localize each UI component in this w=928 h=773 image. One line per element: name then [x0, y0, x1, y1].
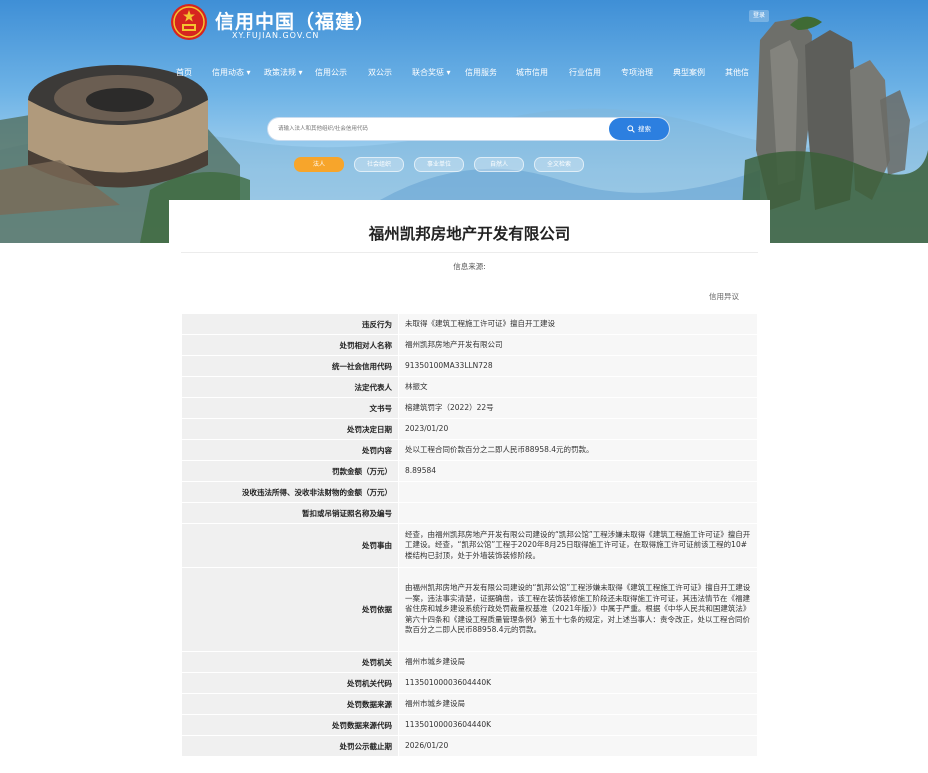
tab-social-organization[interactable]: 社会组织 — [354, 157, 404, 172]
field-value: 处以工程合同价款百分之二即人民币88958.4元的罚款。 — [398, 439, 758, 461]
field-label: 处罚数据来源 — [181, 693, 399, 715]
table-row: 没收违法所得、没收非法财物的金额（万元） — [181, 481, 758, 503]
login-link[interactable]: 登录 — [749, 10, 769, 22]
field-value: 经查，由福州凯邦房地产开发有限公司建设的“凯邦公馆”工程涉嫌未取得《建筑工程施工… — [398, 523, 758, 568]
field-label: 罚款金额（万元） — [181, 460, 399, 482]
table-row: 处罚相对人名称 福州凯邦房地产开发有限公司 — [181, 334, 758, 356]
field-value: 11350100003604440K — [398, 714, 758, 736]
table-row: 处罚依据 由福州凯邦房地产开发有限公司建设的“凯邦公馆”工程涉嫌未取得《建筑工程施… — [181, 567, 758, 652]
tab-legal-person[interactable]: 法人 — [294, 157, 344, 172]
nav-item-special-governance[interactable]: 专项治理 — [621, 67, 653, 78]
field-label: 法定代表人 — [181, 376, 399, 398]
nav-item-credit-publicity[interactable]: 信用公示 — [315, 67, 347, 78]
table-row: 法定代表人 林振文 — [181, 376, 758, 398]
field-label: 暂扣或吊销证照名称及编号 — [181, 502, 399, 524]
table-row: 暂扣或吊销证照名称及编号 — [181, 502, 758, 524]
field-label: 统一社会信用代码 — [181, 355, 399, 377]
field-label: 文书号 — [181, 397, 399, 419]
table-row: 处罚公示截止期 2026/01/20 — [181, 735, 758, 757]
search-bar: 搜索 — [268, 118, 669, 140]
info-source: 信息来源: — [453, 262, 486, 271]
tab-full-text-search[interactable]: 全文检索 — [534, 157, 584, 172]
field-value: 8.89584 — [398, 460, 758, 482]
field-value: 未取得《建筑工程施工许可证》擅自开工建设 — [398, 313, 758, 335]
table-row: 罚款金额（万元） 8.89584 — [181, 460, 758, 482]
field-label: 处罚事由 — [181, 523, 399, 568]
search-input[interactable] — [278, 122, 598, 136]
field-value: 2023/01/20 — [398, 418, 758, 440]
national-emblem-icon — [171, 4, 207, 40]
field-value: 福州市城乡建设局 — [398, 693, 758, 715]
search-icon — [627, 125, 635, 133]
nav-item-joint-rewards[interactable]: 联合奖惩 ▾ — [412, 67, 451, 78]
field-label: 处罚机关代码 — [181, 672, 399, 694]
table-row: 处罚机关 福州市城乡建设局 — [181, 651, 758, 673]
field-label: 处罚依据 — [181, 567, 399, 652]
field-value — [398, 481, 758, 503]
table-row: 处罚数据来源代码 11350100003604440K — [181, 714, 758, 736]
table-row: 违反行为 未取得《建筑工程施工许可证》擅自开工建设 — [181, 313, 758, 335]
site-title: 信用中国（福建） — [215, 11, 376, 33]
search-button-label: 搜索 — [638, 125, 651, 133]
table-row: 处罚内容 处以工程合同价款百分之二即人民币88958.4元的罚款。 — [181, 439, 758, 461]
nav-item-double-publicity[interactable]: 双公示 — [368, 67, 392, 78]
field-value: 11350100003604440K — [398, 672, 758, 694]
nav-item-industry-credit[interactable]: 行业信用 — [569, 67, 601, 78]
table-row: 处罚机关代码 11350100003604440K — [181, 672, 758, 694]
tab-natural-person[interactable]: 自然人 — [474, 157, 524, 172]
credit-objection-link[interactable]: 信用异议 — [709, 291, 739, 302]
nav-item-other[interactable]: 其他信 — [725, 67, 749, 78]
table-row: 统一社会信用代码 91350100MA33LLN728 — [181, 355, 758, 377]
record-detail-card: 福州凯邦房地产开发有限公司 信息来源: 信用异议 违反行为 未取得《建筑工程施工许… — [169, 200, 770, 773]
field-value — [398, 502, 758, 524]
field-value: 91350100MA33LLN728 — [398, 355, 758, 377]
field-value: 由福州凯邦房地产开发有限公司建设的“凯邦公馆”工程涉嫌未取得《建筑工程施工许可证… — [398, 567, 758, 652]
table-row: 处罚数据来源 福州市城乡建设局 — [181, 693, 758, 715]
nav-item-credit-news[interactable]: 信用动态 ▾ — [212, 67, 251, 78]
field-label: 没收违法所得、没收非法财物的金额（万元） — [181, 481, 399, 503]
field-value: 福州市城乡建设局 — [398, 651, 758, 673]
title-divider — [181, 252, 758, 253]
nav-item-city-credit[interactable]: 城市信用 — [516, 67, 548, 78]
field-label: 处罚公示截止期 — [181, 735, 399, 757]
field-label: 违反行为 — [181, 313, 399, 335]
nav-item-credit-services[interactable]: 信用服务 — [465, 67, 497, 78]
site-domain: XY.FUJIAN.GOV.CN — [232, 31, 320, 40]
field-label: 处罚机关 — [181, 651, 399, 673]
nav-item-policies[interactable]: 政策法规 ▾ — [264, 67, 303, 78]
table-row: 处罚事由 经查，由福州凯邦房地产开发有限公司建设的“凯邦公馆”工程涉嫌未取得《建筑… — [181, 523, 758, 568]
field-label: 处罚数据来源代码 — [181, 714, 399, 736]
field-label: 处罚相对人名称 — [181, 334, 399, 356]
field-label: 处罚决定日期 — [181, 418, 399, 440]
field-value: 2026/01/20 — [398, 735, 758, 757]
table-row: 文书号 榕建筑罚字（2022）22号 — [181, 397, 758, 419]
table-row: 处罚决定日期 2023/01/20 — [181, 418, 758, 440]
tab-public-institution[interactable]: 事业单位 — [414, 157, 464, 172]
field-value: 榕建筑罚字（2022）22号 — [398, 397, 758, 419]
field-value: 林振文 — [398, 376, 758, 398]
penalty-detail-table: 违反行为 未取得《建筑工程施工许可证》擅自开工建设 处罚相对人名称 福州凯邦房地产开… — [181, 313, 758, 757]
search-button[interactable]: 搜索 — [609, 118, 669, 140]
field-label: 处罚内容 — [181, 439, 399, 461]
nav-item-home[interactable]: 首页 — [176, 67, 192, 78]
field-value: 福州凯邦房地产开发有限公司 — [398, 334, 758, 356]
nav-item-typical-cases[interactable]: 典型案例 — [673, 67, 705, 78]
page-title: 福州凯邦房地产开发有限公司 — [368, 224, 571, 243]
